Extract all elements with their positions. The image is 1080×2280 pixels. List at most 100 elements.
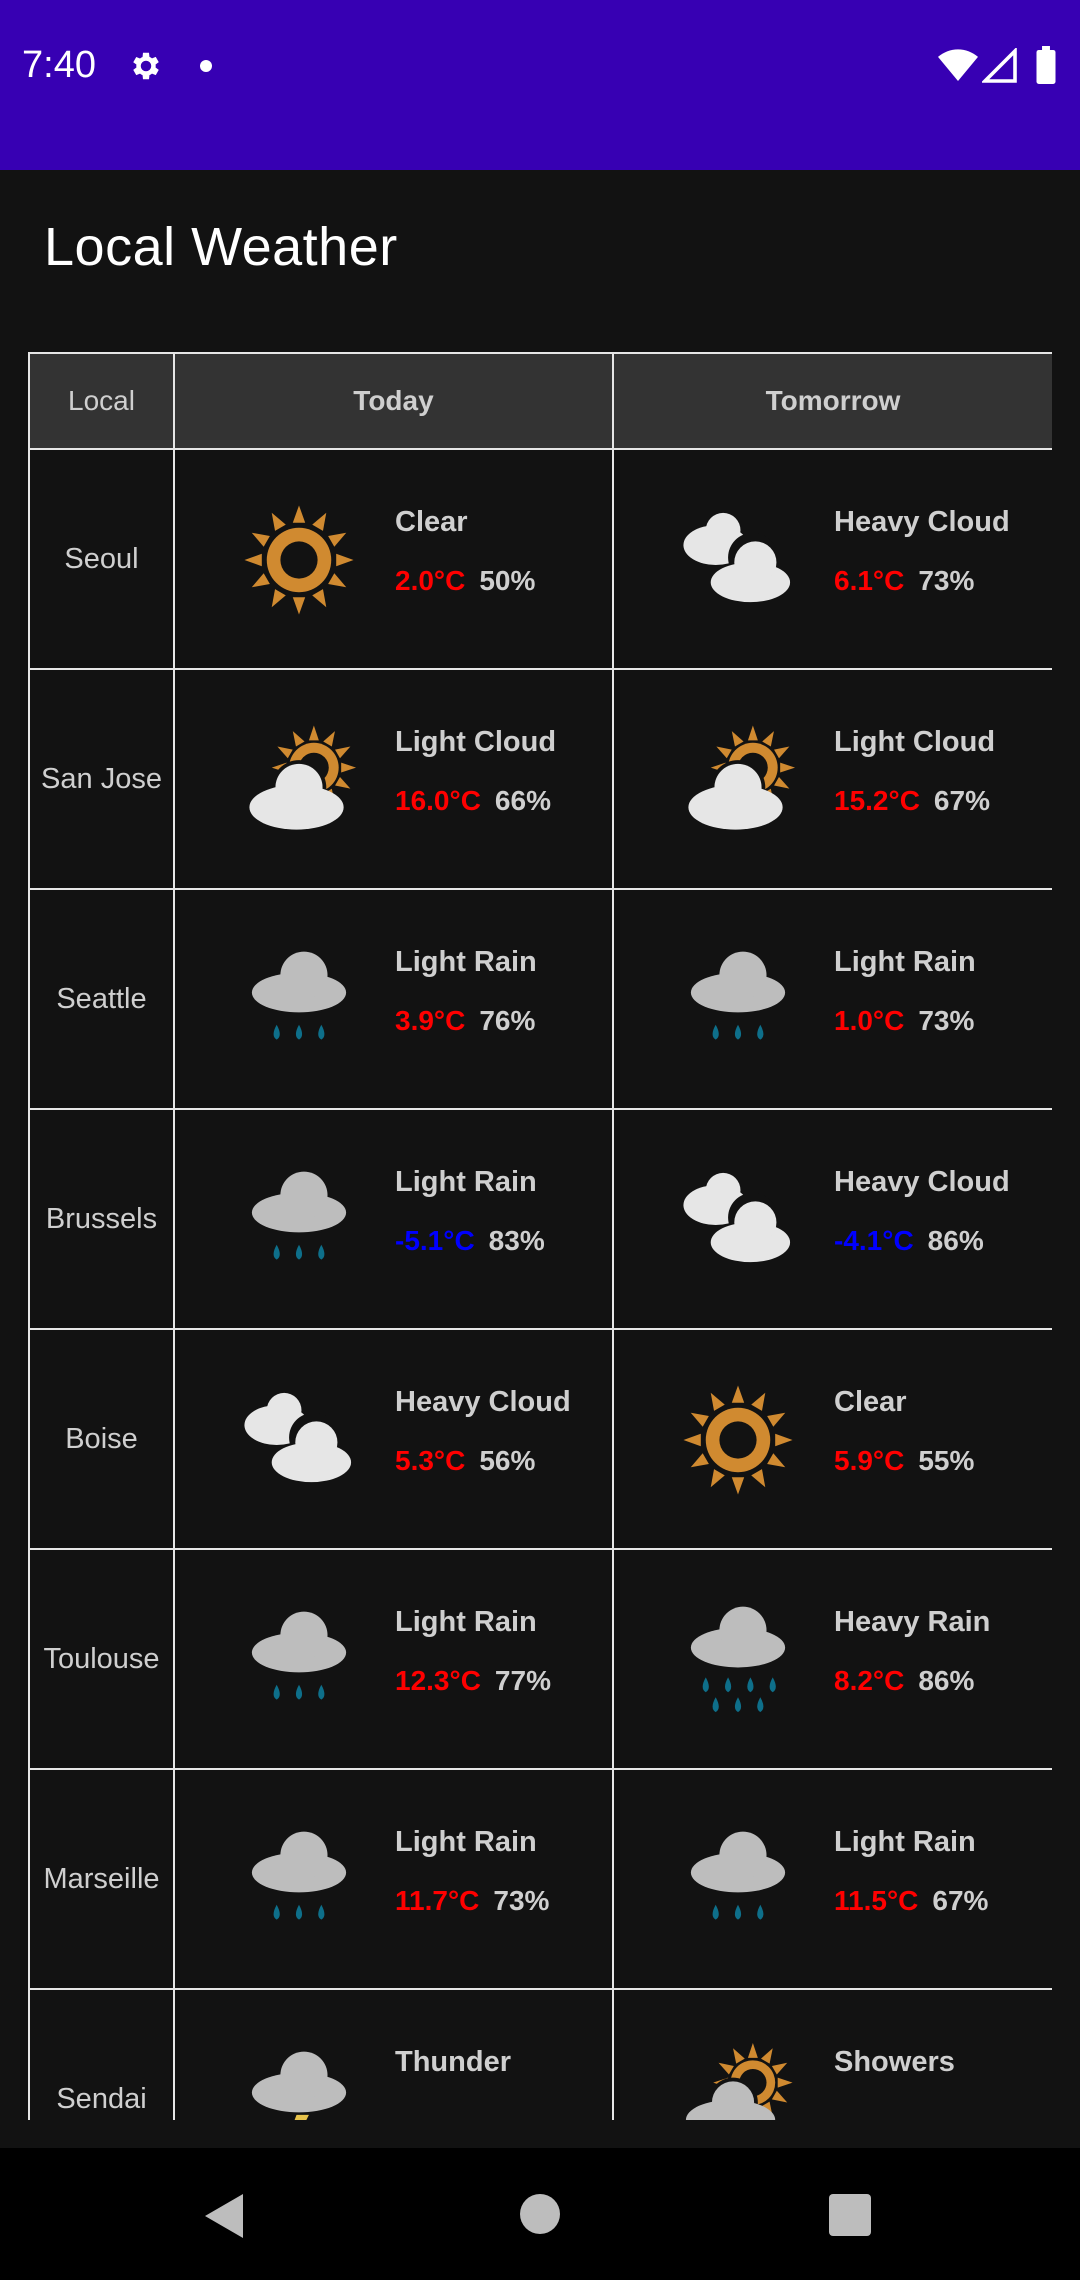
table-row[interactable]: Boise Heavy Cloud 5.3°C 56% Clear 5.9°C 55% [28,1328,1052,1550]
condition-label: Heavy Rain [834,1606,991,1638]
table-row[interactable]: San Jose Light Cloud 16.0°C 66% Light Cloud 1… [28,668,1052,890]
humidity: 67% [933,785,990,816]
light-rain-icon [251,1611,347,1700]
back-icon[interactable] [205,2194,243,2238]
cell-signal-icon [982,48,1017,83]
tomorrow-cell: Heavy Rain 8.2°C 86% [612,1548,1052,1770]
condition-label: Heavy Cloud [834,506,1010,538]
light-cloud-icon [688,725,796,830]
humidity: 73% [918,565,975,596]
today-cell: Light Rain 11.7°C 73% [173,1768,614,1990]
temperature: 12.3°C [395,1665,481,1696]
temperature: 16.0°C [395,785,481,816]
battery-icon [1036,46,1056,84]
today-cell: Light Rain -5.1°C 83% [173,1108,614,1330]
city-name: Marseille [28,1768,175,1990]
tomorrow-cell: Showers [612,1988,1052,2120]
tomorrow-cell: Clear 5.9°C 55% [612,1328,1052,1550]
today-cell: Light Cloud 16.0°C 66% [173,668,614,890]
table-row[interactable]: Sendai Thunder Showers [28,1988,1052,2120]
city-name: Sendai [28,1988,175,2120]
gear-icon [133,52,159,80]
temperature: 6.1°C [834,565,905,596]
light-cloud-icon [249,725,357,830]
wifi-icon [938,49,978,81]
city-name: Seattle [28,888,175,1110]
table-header-row: Local Today Tomorrow [28,352,1052,450]
heavy-cloud-icon [244,1392,352,1483]
humidity: 73% [918,1005,975,1036]
temperature: 5.3°C [395,1445,466,1476]
condition-label: Light Rain [834,946,976,978]
temperature: 1.0°C [834,1005,905,1036]
table-row[interactable]: Brussels Light Rain -5.1°C 83% Heavy Cloud -4… [28,1108,1052,1330]
temperature: 11.7°C [395,1885,480,1916]
table-row[interactable]: Marseille Light Rain 11.7°C 73% Light Rain 11… [28,1768,1052,1990]
temperature: 15.2°C [834,785,920,816]
condition-label: Clear [834,1386,907,1418]
today-cell: Heavy Cloud 5.3°C 56% [173,1328,614,1550]
condition-label: Showers [834,2046,955,2078]
table-row[interactable]: Seattle Light Rain 3.9°C 76% Light Rain 1.0°C… [28,888,1052,1110]
humidity: 50% [479,565,536,596]
temperature: 8.2°C [834,1665,905,1696]
sun-icon [683,1385,793,1495]
today-cell: Thunder [173,1988,614,2120]
table-row[interactable]: Seoul Clear 2.0°C 50% Heavy Cloud 6.1°C 73% [28,448,1052,670]
sun-icon [244,505,354,615]
heavy-cloud-icon [683,512,791,603]
humidity: 55% [918,1445,975,1476]
humidity: 56% [479,1445,536,1476]
today-cell: Clear 2.0°C 50% [173,448,614,670]
condition-label: Light Rain [395,1606,537,1638]
humidity: 66% [494,785,551,816]
thunder-icon [251,2051,347,2120]
header-local: Local [28,352,175,450]
condition-label: Light Cloud [834,726,996,758]
status-bar: 7:40 [0,0,1080,170]
condition-label: Heavy Cloud [834,1166,1010,1198]
humidity: 86% [927,1225,984,1256]
city-name: Toulouse [28,1548,175,1770]
table-row[interactable]: Toulouse Light Rain 12.3°C 77% Heavy Rain 8.2… [28,1548,1052,1770]
weather-table: Local Today Tomorrow Seoul Clear 2.0°C 50% H… [28,352,1052,2120]
light-rain-icon [251,1171,347,1260]
condition-label: Heavy Cloud [395,1386,571,1418]
temperature: 11.5°C [834,1885,919,1916]
city-name: San Jose [28,668,175,890]
temperature: 3.9°C [395,1005,466,1036]
today-cell: Light Rain 12.3°C 77% [173,1548,614,1770]
temperature: -5.1°C [395,1225,475,1256]
showers-icon [685,2042,793,2120]
header-tomorrow: Tomorrow [612,352,1052,450]
tomorrow-cell: Heavy Cloud 6.1°C 73% [612,448,1052,670]
heavy-rain-icon [690,1606,786,1713]
light-rain-icon [690,951,786,1040]
humidity: 76% [479,1005,536,1036]
home-icon[interactable] [520,2194,560,2234]
humidity: 86% [918,1665,975,1696]
temperature: 2.0°C [395,565,466,596]
tomorrow-cell: Heavy Cloud -4.1°C 86% [612,1108,1052,1330]
humidity: 73% [493,1885,550,1916]
condition-label: Light Cloud [395,726,557,758]
header-today: Today [173,352,614,450]
weather-table-container[interactable]: Local Today Tomorrow Seoul Clear 2.0°C 50% H… [28,352,1052,2120]
tomorrow-cell: Light Rain 11.5°C 67% [612,1768,1052,1990]
temperature: -4.1°C [834,1225,914,1256]
condition-label: Light Rain [395,946,537,978]
status-time: 7:40 [22,44,96,86]
heavy-cloud-icon [683,1172,791,1263]
condition-label: Light Rain [395,1826,537,1858]
notification-dot-icon [200,60,212,72]
tomorrow-cell: Light Cloud 15.2°C 67% [612,668,1052,890]
condition-label: Thunder [395,2046,511,2078]
tomorrow-cell: Light Rain 1.0°C 73% [612,888,1052,1110]
condition-label: Clear [395,506,468,538]
page-title: Local Weather [44,217,398,277]
city-name: Seoul [28,448,175,670]
recents-icon[interactable] [829,2194,871,2236]
humidity: 83% [488,1225,545,1256]
condition-label: Light Rain [395,1166,537,1198]
city-name: Brussels [28,1108,175,1330]
